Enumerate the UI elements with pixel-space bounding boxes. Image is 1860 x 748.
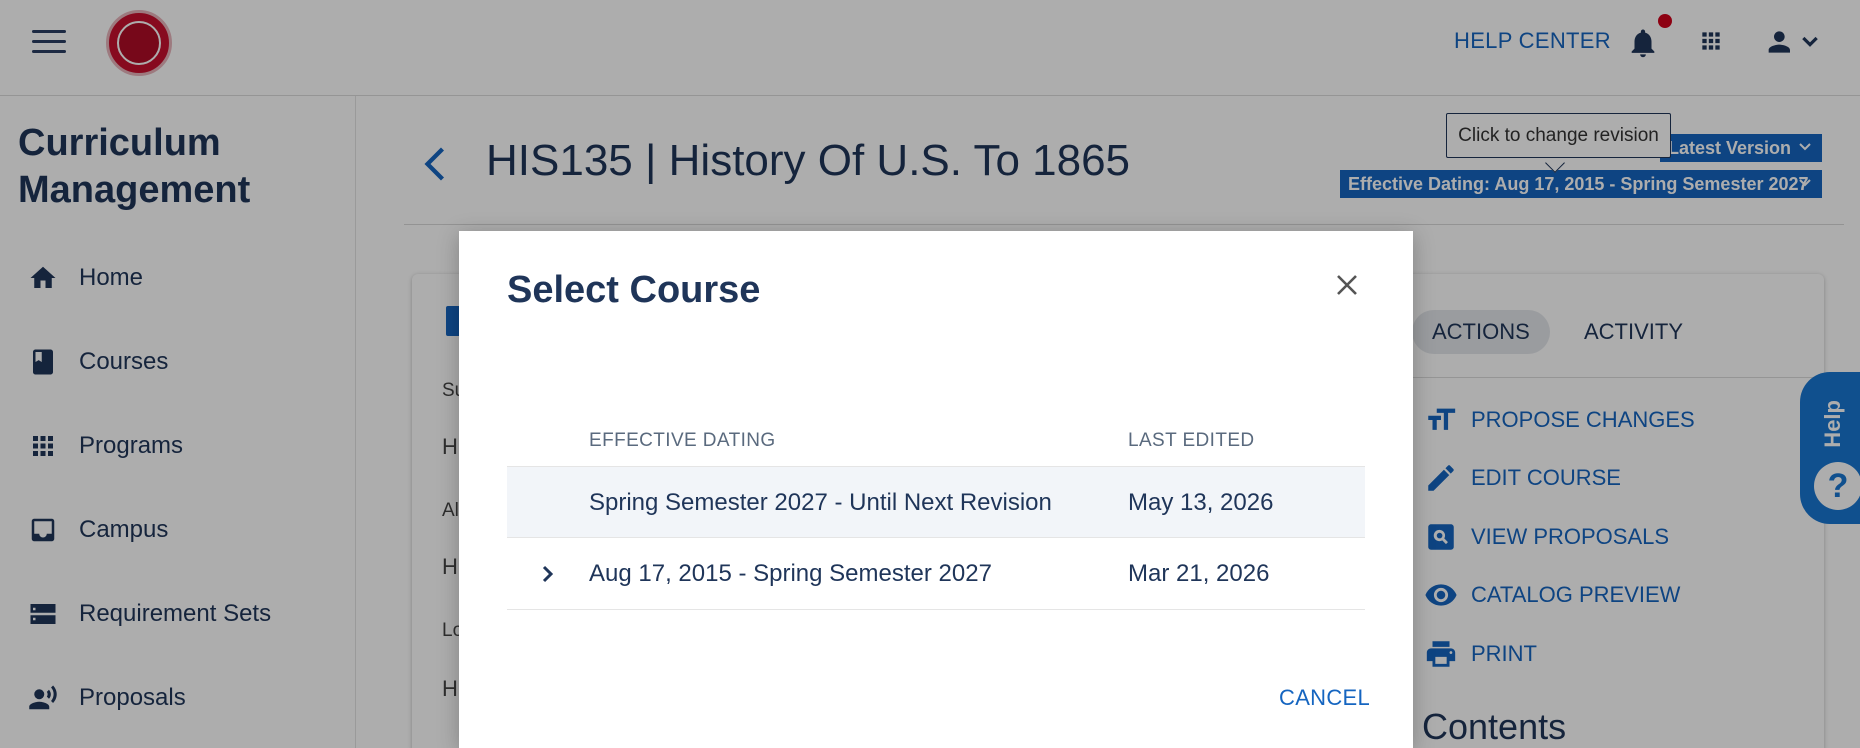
column-header-last-edited[interactable]: LAST EDITED <box>1128 430 1255 452</box>
cancel-button[interactable]: CANCEL <box>1279 685 1370 711</box>
table-row[interactable]: Aug 17, 2015 - Spring Semester 2027 Mar … <box>507 538 1365 610</box>
effective-dating-cell: Aug 17, 2015 - Spring Semester 2027 <box>589 560 992 587</box>
last-edited-cell: May 13, 2026 <box>1128 489 1274 516</box>
effective-dating-cell: Spring Semester 2027 - Until Next Revisi… <box>589 489 1052 516</box>
modal-title: Select Course <box>507 269 761 311</box>
column-header-effective-dating[interactable]: EFFECTIVE DATING <box>589 430 776 452</box>
last-edited-cell: Mar 21, 2026 <box>1128 560 1270 587</box>
close-icon[interactable] <box>1331 269 1363 301</box>
chevron-right-icon[interactable] <box>535 562 559 586</box>
table-row[interactable]: Spring Semester 2027 - Until Next Revisi… <box>507 466 1365 538</box>
select-course-dialog: Select Course EFFECTIVE DATING LAST EDIT… <box>459 231 1413 748</box>
